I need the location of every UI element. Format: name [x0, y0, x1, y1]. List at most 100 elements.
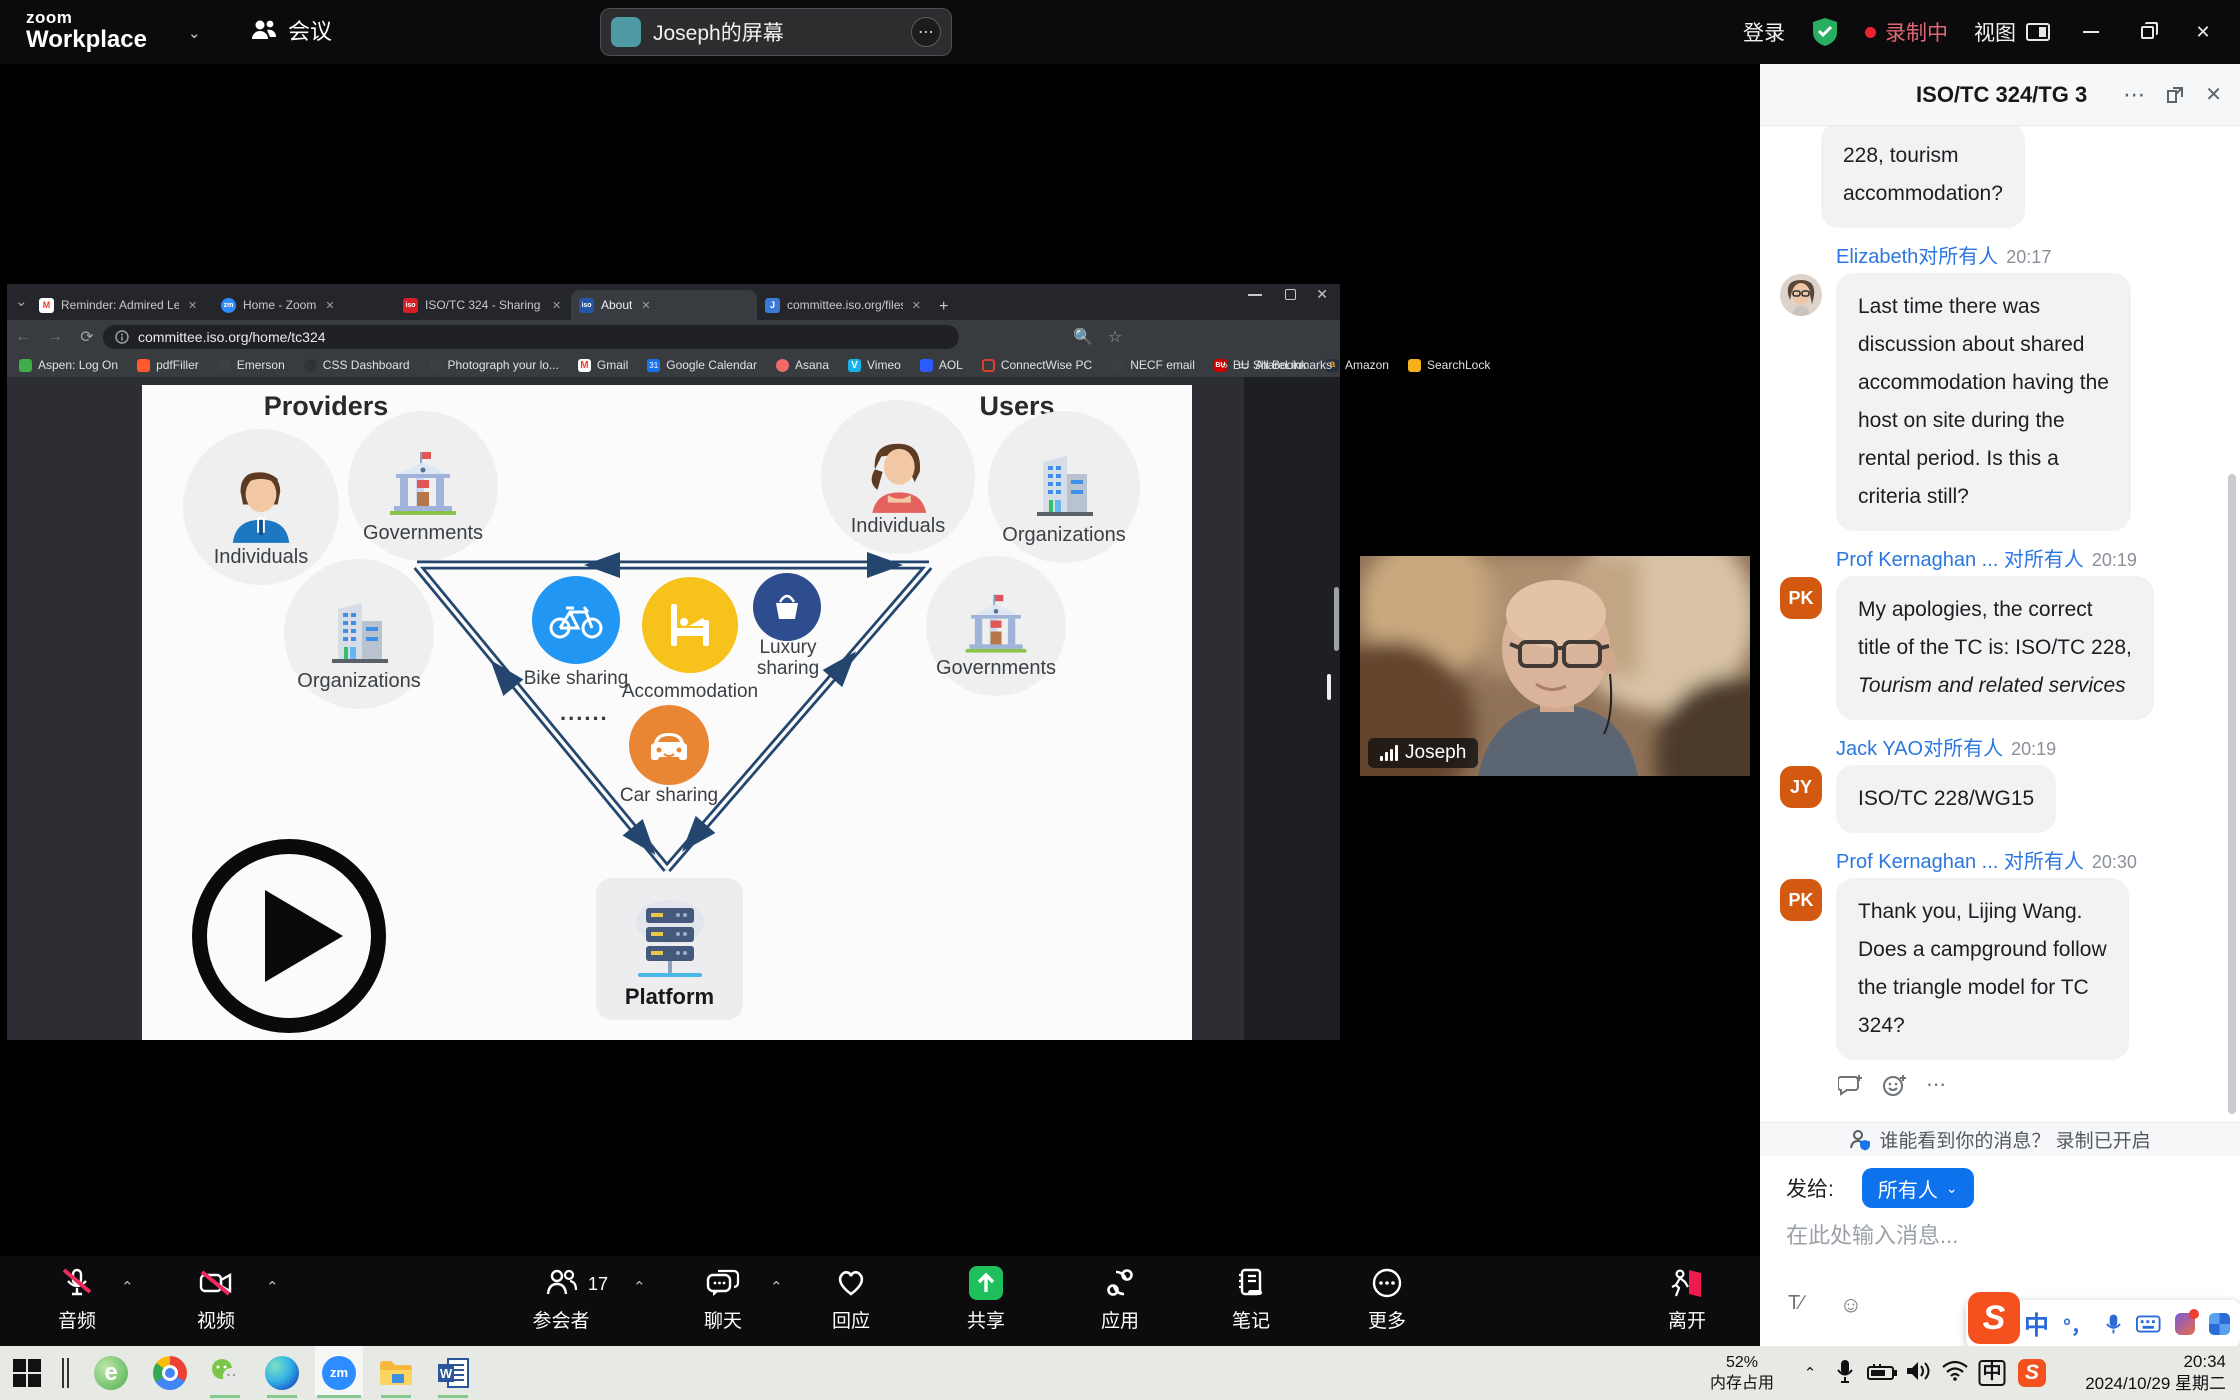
chat-messages[interactable]: 228, tourism accommodation? Elizabeth对所有… — [1760, 126, 2240, 1122]
play-button[interactable] — [192, 839, 386, 1033]
browser-tab[interactable]: iso ISO/TC 324 - Sharing economy✕ — [395, 290, 571, 320]
tray-ime-indicator[interactable]: 中 — [1978, 1360, 2005, 1386]
chat-more-icon[interactable]: ⋯ — [2123, 82, 2145, 108]
browser-tab-active[interactable]: iso About✕ — [571, 290, 757, 320]
browser-tab[interactable]: J committee.iso.org/files/live/site✕ — [757, 290, 929, 320]
participants-options-chevron[interactable]: ⌃ — [633, 1278, 646, 1296]
taskbar-word[interactable]: W — [433, 1353, 473, 1393]
tab-search-chevron-icon[interactable]: ⌄ — [15, 292, 28, 310]
chat-options-chevron[interactable]: ⌃ — [770, 1278, 783, 1296]
sender-name[interactable]: Prof Kernaghan ... — [1836, 549, 1998, 571]
sender-name[interactable]: Prof Kernaghan ... — [1836, 851, 1998, 873]
bookmark-item[interactable]: aAmazon — [1326, 358, 1389, 372]
tray-sogou-icon[interactable]: S — [2018, 1359, 2046, 1387]
login-button[interactable]: 登录 — [1743, 17, 1785, 47]
taskbar-chrome[interactable] — [150, 1353, 190, 1393]
sender-name[interactable]: Jack YAO — [1836, 738, 1923, 760]
taskbar-clock[interactable]: 20:34 2024/10/29 星期二 — [2085, 1351, 2226, 1395]
audio-button[interactable]: 音频 — [17, 1266, 137, 1333]
address-bar[interactable]: committee.iso.org/home/tc324 — [103, 325, 959, 349]
restore-button[interactable] — [2132, 17, 2162, 47]
share-screen-button[interactable]: 共享 — [926, 1266, 1046, 1333]
chat-button[interactable]: 聊天 — [663, 1266, 783, 1333]
ime-punctuation-toggle[interactable]: °， — [2063, 1310, 2091, 1339]
add-reaction-icon[interactable] — [1882, 1073, 1908, 1097]
pop-out-icon[interactable] — [2165, 85, 2185, 105]
reply-icon[interactable] — [1838, 1073, 1864, 1097]
taskbar-wechat[interactable] — [205, 1353, 245, 1393]
ime-skin-icon[interactable] — [2175, 1313, 2196, 1335]
tab-close-icon[interactable]: ✕ — [188, 299, 197, 312]
bookmark-item[interactable]: pdfFiller — [137, 358, 199, 372]
audio-options-chevron[interactable]: ⌃ — [121, 1278, 134, 1296]
zoom-page-icon[interactable]: 🔍 — [1067, 327, 1099, 347]
bookmark-item[interactable]: Aspen: Log On — [19, 358, 118, 372]
bookmarks-overflow-icon[interactable]: » — [1221, 358, 1228, 372]
taskbar-edge[interactable] — [262, 1353, 302, 1393]
apps-button[interactable]: 应用 — [1060, 1266, 1180, 1333]
reload-icon[interactable]: ⟳ — [71, 327, 103, 347]
bookmark-item[interactable]: CSS Dashboard — [304, 358, 410, 372]
ime-keyboard-icon[interactable] — [2136, 1315, 2161, 1333]
more-button[interactable]: 更多 — [1327, 1266, 1447, 1333]
message-input[interactable] — [1784, 1222, 2204, 1250]
back-icon[interactable]: ← — [7, 328, 39, 346]
ime-mic-icon[interactable] — [2105, 1312, 2122, 1336]
privacy-notice[interactable]: 谁能看到你的消息？ 录制已开启 — [1760, 1122, 2240, 1156]
taskbar-360-browser[interactable]: e — [91, 1353, 131, 1393]
minimize-button[interactable] — [2076, 17, 2106, 47]
leave-button[interactable]: 离开 — [1627, 1266, 1747, 1333]
video-button[interactable]: 视频 — [156, 1266, 276, 1333]
new-tab-button[interactable]: + — [939, 298, 948, 316]
tab-close-icon[interactable]: ✕ — [325, 299, 334, 312]
browser-minimize-button[interactable] — [1248, 294, 1262, 296]
reactions-button[interactable]: 回应 — [791, 1266, 911, 1333]
sogou-logo-icon[interactable]: S — [1968, 1292, 2020, 1344]
chevron-down-icon[interactable]: ⌄ — [188, 24, 201, 42]
bookmark-item[interactable]: NECF email — [1111, 358, 1195, 372]
ime-toolbox-icon[interactable] — [2209, 1313, 2230, 1335]
bookmark-item[interactable]: Emerson — [218, 358, 285, 372]
bookmark-item[interactable]: Asana — [776, 358, 829, 372]
bookmark-item[interactable]: AOL — [920, 358, 963, 372]
meetings-tab[interactable]: 会议 — [250, 14, 332, 46]
tray-battery-icon[interactable] — [1867, 1364, 1897, 1380]
site-info-icon[interactable] — [115, 330, 129, 344]
browser-tab[interactable]: M Reminder: Admired Leadership✕ — [31, 290, 213, 320]
forward-icon[interactable]: → — [39, 328, 71, 346]
all-bookmarks-button[interactable]: ▭All Bookmarks — [1238, 358, 1332, 372]
message-more-icon[interactable]: ⋯ — [1926, 1072, 1946, 1097]
participant-video-joseph[interactable]: Joseph — [1360, 556, 1750, 776]
taskbar-zoom[interactable]: zm — [319, 1353, 359, 1393]
tray-speaker-icon[interactable] — [1905, 1359, 1931, 1383]
tray-mic-icon[interactable] — [1837, 1359, 1853, 1385]
bookmark-item[interactable]: ConnectWise PC — [982, 358, 1092, 372]
bookmark-star-icon[interactable]: ☆ — [1099, 327, 1131, 347]
chat-scrollbar[interactable] — [2228, 474, 2236, 1114]
emoji-icon[interactable]: ☺ — [1840, 1292, 1862, 1318]
scrollbar-handle[interactable] — [1334, 587, 1339, 651]
ime-language-toggle[interactable]: 中 — [2024, 1306, 2049, 1342]
send-to-selector[interactable]: 所有人 ⌄ — [1862, 1168, 1974, 1208]
tab-more-icon[interactable]: ⋯ — [911, 17, 941, 47]
view-button[interactable]: 视图 — [1974, 17, 2050, 47]
bookmark-item[interactable]: SearchLock — [1408, 358, 1490, 372]
tab-close-icon[interactable]: ✕ — [912, 299, 921, 312]
start-button[interactable] — [7, 1353, 47, 1393]
shared-screen-tab[interactable]: Joseph的屏幕 ⋯ — [600, 8, 952, 56]
security-shield-icon[interactable] — [1811, 17, 1839, 47]
close-button[interactable]: ✕ — [2188, 17, 2218, 47]
memory-usage[interactable]: 52% 内存占用 — [1700, 1352, 1784, 1394]
notes-button[interactable]: 笔记 — [1191, 1266, 1311, 1333]
sender-name[interactable]: Elizabeth — [1836, 246, 1918, 268]
chat-close-icon[interactable]: ✕ — [2205, 82, 2222, 107]
browser-tab[interactable]: zm Home - Zoom✕ — [213, 290, 395, 320]
recording-indicator[interactable]: 录制中 — [1865, 17, 1948, 47]
bookmark-item[interactable]: 31Google Calendar — [647, 358, 757, 372]
bookmark-item[interactable]: MGmail — [578, 358, 628, 372]
tray-wifi-icon[interactable] — [1941, 1359, 1969, 1381]
browser-restore-button[interactable] — [1285, 289, 1296, 300]
taskbar-explorer[interactable] — [376, 1353, 416, 1393]
bookmark-item[interactable]: VVimeo — [848, 358, 901, 372]
browser-close-button[interactable]: ✕ — [1316, 286, 1328, 303]
